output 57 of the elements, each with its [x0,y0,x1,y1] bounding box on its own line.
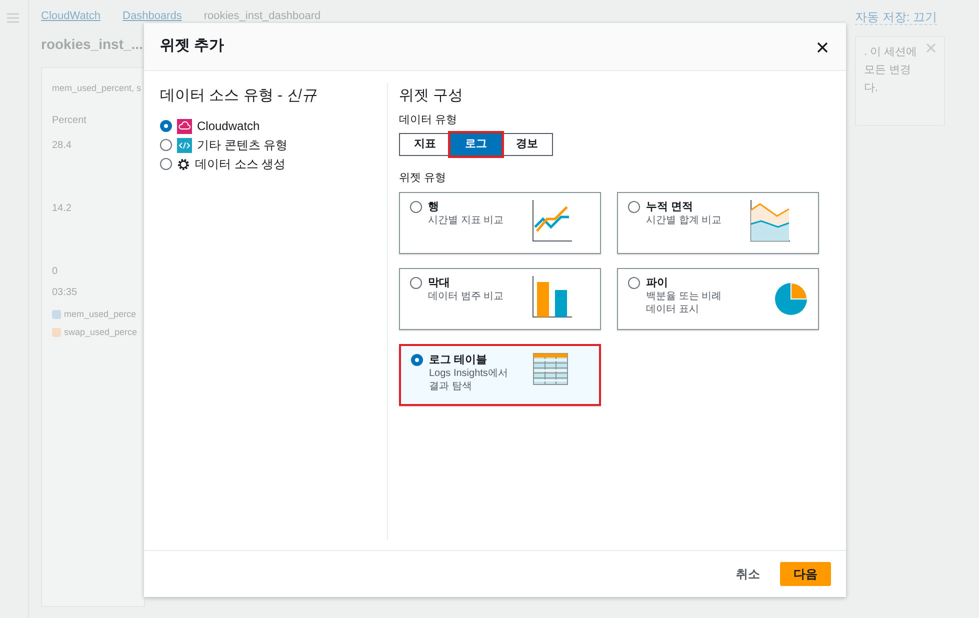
widget-type-card[interactable]: 로그 테이블 Logs Insights에서 결과 탐색 [399,344,601,406]
source-option[interactable]: 기타 콘텐츠 유형 [197,136,288,154]
dashboard-title: rookies_inst_... [41,34,143,54]
section-heading: 위젯 구성 [399,86,464,106]
notice-text: 다. [864,81,880,96]
widget-type-description: 백분율 또는 비례 데이터 표시 [646,290,723,316]
widget-type-description: 데이터 범주 비교 [428,290,505,302]
axis-tick: 03:35 [52,286,78,300]
widget-type-name: 막대 [428,276,451,290]
next-button[interactable]: 다음 [780,562,831,586]
widget-type-name: 파이 [646,276,669,290]
widget-title: mem_used_percent, s [52,82,142,95]
field-label: 데이터 유형 [399,112,458,128]
radio-button[interactable] [160,158,172,170]
widget-type-card[interactable]: 막대 데이터 범주 비교 [399,268,601,330]
source-option[interactable]: 데이터 소스 생성 [195,155,286,173]
line-chart-icon [532,200,572,242]
radio-button[interactable] [411,354,423,366]
segment-tab[interactable]: 지표 [399,133,451,156]
radio-button[interactable] [160,139,172,151]
bar-chart-icon [532,276,572,318]
widget-type-description: 시간별 합계 비교 [646,214,723,226]
widget-type-name: 누적 면적 [646,200,694,214]
segment-tab[interactable]: 로그 [450,133,502,156]
axis-tick: 0 [52,265,59,279]
radio-button[interactable] [410,200,422,212]
radio-button[interactable] [410,276,422,288]
segment-tab[interactable]: 경보 [501,133,553,156]
axis-tick: 14.2 [52,202,72,216]
widget-type-name: 로그 테이블 [429,352,488,366]
legend-label: swap_used_perce [64,326,138,339]
legend-label: mem_used_perce [64,308,136,321]
widget-type-description: Logs Insights에서 결과 탐색 [429,366,509,392]
radio-button[interactable] [160,120,172,132]
widget-type-name: 행 [428,200,440,214]
widget-type-card[interactable]: 누적 면적 시간별 합계 비교 [617,192,819,254]
cancel-button[interactable]: 취소 [730,564,766,584]
source-option[interactable]: Cloudwatch [197,117,260,135]
pie-chart-icon [774,282,808,316]
widget-type-card[interactable]: 파이 백분율 또는 비례 데이터 표시 [617,268,819,330]
code-icon [177,138,192,152]
close-icon [817,42,828,53]
dialog-title: 위젯 추가 [160,36,224,56]
notice-text: . 이 세션에 [864,45,918,60]
axis-label: Percent [52,114,88,128]
widget-type-description: 시간별 지표 비교 [428,214,505,226]
axis-tick: 28.4 [52,139,72,153]
widget-type-card[interactable]: 행 시간별 지표 비교 [399,192,601,254]
area-chart-icon [750,200,790,242]
radio-button[interactable] [628,276,640,288]
section-heading: 데이터 소스 유형 - 신규 [160,86,318,106]
cloud-icon [177,118,192,134]
table-icon [533,352,568,384]
field-label: 위젯 유형 [399,171,448,186]
notice-text: 모든 변경 [864,63,912,78]
radio-button[interactable] [628,200,640,212]
settings-icon [177,158,190,170]
